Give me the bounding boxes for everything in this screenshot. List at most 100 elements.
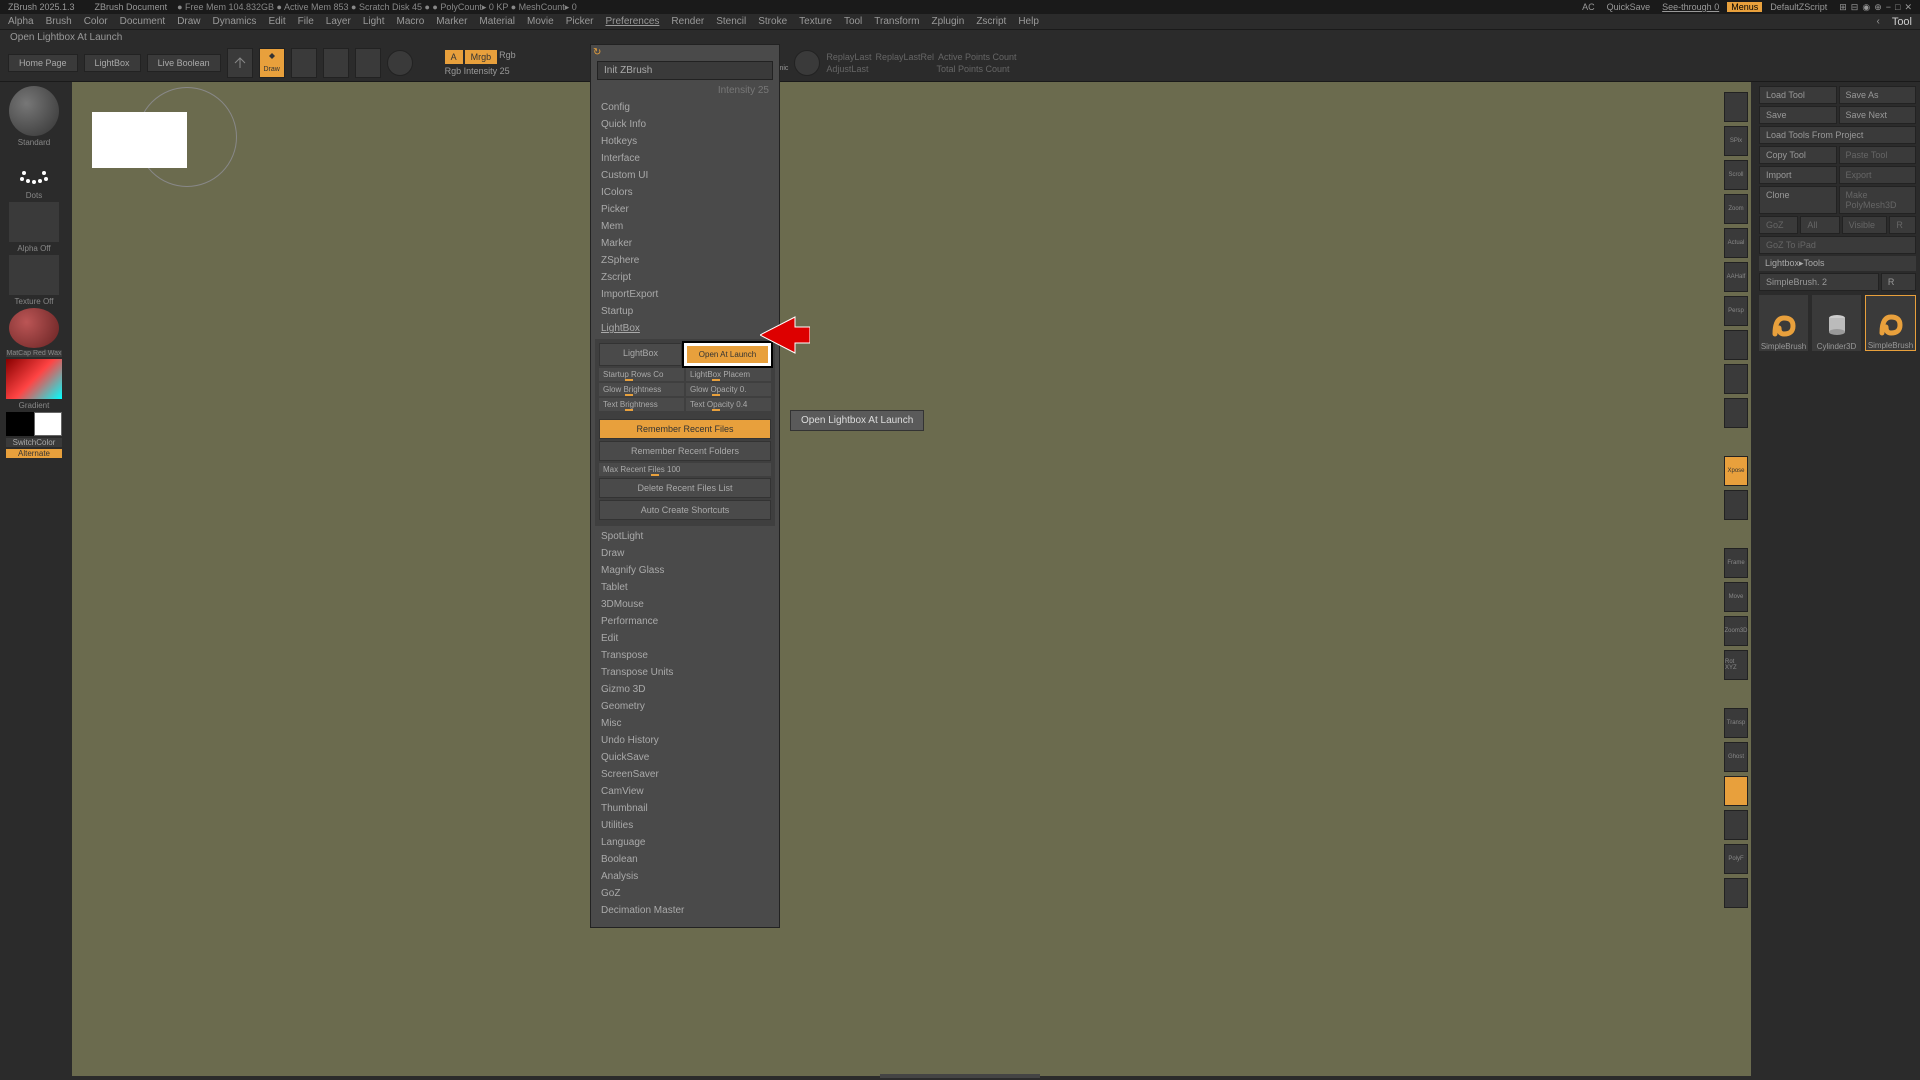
pref-gizmo[interactable]: Gizmo 3D	[591, 681, 779, 698]
texture-thumbnail[interactable]	[9, 255, 59, 295]
menu-stroke[interactable]: Stroke	[758, 16, 787, 27]
bottom-handle[interactable]	[880, 1074, 1040, 1078]
lightbox-tools-header[interactable]: Lightbox▸Tools	[1759, 256, 1916, 271]
import-button[interactable]: Import	[1759, 166, 1837, 184]
menu-stencil[interactable]: Stencil	[716, 16, 746, 27]
lightbox-toggle[interactable]: LightBox	[599, 343, 682, 366]
color-picker[interactable]	[6, 359, 62, 399]
switch-color-button[interactable]: SwitchColor	[6, 438, 62, 447]
primary-color-swatch[interactable]	[34, 412, 62, 436]
menus-button[interactable]: Menus	[1727, 2, 1762, 12]
current-tool-label[interactable]: SimpleBrush. 2	[1759, 273, 1879, 291]
pref-quickinfo[interactable]: Quick Info	[591, 116, 779, 133]
pref-goz[interactable]: GoZ	[591, 885, 779, 902]
tool-thumb-simplebrush-sel[interactable]: SimpleBrush	[1865, 295, 1916, 351]
a-mode-button[interactable]: A	[445, 50, 463, 64]
menu-file[interactable]: File	[298, 16, 314, 27]
save-as-button[interactable]: Save As	[1839, 86, 1917, 104]
tool-r-button[interactable]: R	[1881, 273, 1916, 291]
pref-quicksave[interactable]: QuickSave	[591, 749, 779, 766]
ac-label[interactable]: AC	[1582, 2, 1595, 12]
xpose-button[interactable]: Xpose	[1724, 456, 1748, 486]
live-boolean-tab[interactable]: Live Boolean	[147, 54, 221, 72]
pref-boolean[interactable]: Boolean	[591, 851, 779, 868]
pref-transpose-units[interactable]: Transpose Units	[591, 664, 779, 681]
pref-zscript[interactable]: Zscript	[591, 269, 779, 286]
chevron-left-icon[interactable]: ‹	[1876, 16, 1879, 27]
startup-rows-slider[interactable]: Startup Rows Co	[599, 368, 684, 381]
secondary-color-swatch[interactable]	[6, 412, 34, 436]
maximize-icon[interactable]: □	[1895, 2, 1900, 12]
pref-performance[interactable]: Performance	[591, 613, 779, 630]
menu-document[interactable]: Document	[120, 16, 166, 27]
actual-button[interactable]: Actual	[1724, 228, 1748, 258]
menu-layer[interactable]: Layer	[326, 16, 351, 27]
menu-movie[interactable]: Movie	[527, 16, 554, 27]
persp-button[interactable]: Persp	[1724, 296, 1748, 326]
pref-mem[interactable]: Mem	[591, 218, 779, 235]
pref-language[interactable]: Language	[591, 834, 779, 851]
script-label[interactable]: DefaultZScript	[1770, 2, 1827, 12]
tool-thumb-simplebrush[interactable]: SimpleBrush	[1759, 295, 1808, 351]
load-tool-button[interactable]: Load Tool	[1759, 86, 1837, 104]
goz-ipad-button[interactable]: GoZ To iPad	[1759, 236, 1916, 254]
adjust-last-button[interactable]: AdjustLast	[826, 64, 868, 74]
pref-config[interactable]: Config	[591, 99, 779, 116]
alternate-button[interactable]: Alternate	[6, 449, 62, 458]
pref-importexport[interactable]: ImportExport	[591, 286, 779, 303]
close-icon[interactable]: ✕	[1904, 2, 1912, 13]
menu-light[interactable]: Light	[363, 16, 385, 27]
frame-button[interactable]: Frame	[1724, 548, 1748, 578]
pref-draw[interactable]: Draw	[591, 545, 779, 562]
menu-zplugin[interactable]: Zplugin	[932, 16, 965, 27]
menu-help[interactable]: Help	[1018, 16, 1039, 27]
brush-thumbnail[interactable]	[9, 86, 59, 136]
save-button[interactable]: Save	[1759, 106, 1837, 124]
max-recent-slider[interactable]: Max Recent Files 100	[599, 463, 771, 476]
menu-preferences[interactable]: Preferences	[605, 16, 659, 27]
pref-zsphere[interactable]: ZSphere	[591, 252, 779, 269]
unknown-icon[interactable]: ⊕	[1874, 2, 1882, 13]
aahalf-button[interactable]: AAHalf	[1724, 262, 1748, 292]
lightbox-placement-slider[interactable]: LightBox Placem	[686, 368, 771, 381]
paste-tool-button[interactable]: Paste Tool	[1839, 146, 1917, 164]
move-button[interactable]	[291, 48, 317, 78]
pref-customui[interactable]: Custom UI	[591, 167, 779, 184]
scale-button[interactable]	[323, 48, 349, 78]
ghost-button[interactable]: Ghost	[1724, 742, 1748, 772]
pref-undo[interactable]: Undo History	[591, 732, 779, 749]
rotate-button[interactable]	[355, 48, 381, 78]
menu-draw[interactable]: Draw	[177, 16, 200, 27]
pref-misc[interactable]: Misc	[591, 715, 779, 732]
unknown-button-1[interactable]	[1724, 490, 1748, 520]
pref-utilities[interactable]: Utilities	[591, 817, 779, 834]
dynamic-button[interactable]	[1724, 810, 1748, 840]
save-next-button[interactable]: Save Next	[1839, 106, 1917, 124]
menu-color[interactable]: Color	[84, 16, 108, 27]
rgb-mode-button[interactable]: Rgb	[499, 50, 516, 64]
zoom-button[interactable]: Zoom	[1724, 194, 1748, 224]
export-button[interactable]: Export	[1839, 166, 1917, 184]
stroke-thumbnail[interactable]	[9, 149, 59, 189]
tool-thumb-cylinder[interactable]: Cylinder3D	[1812, 295, 1861, 351]
menu-material[interactable]: Material	[479, 16, 515, 27]
menu-render[interactable]: Render	[671, 16, 704, 27]
unknown-button-2[interactable]	[1724, 878, 1748, 908]
pref-camview[interactable]: CamView	[591, 783, 779, 800]
init-zbrush-button[interactable]: Init ZBrush	[597, 61, 773, 80]
pref-hotkeys[interactable]: Hotkeys	[591, 133, 779, 150]
rotate-button[interactable]: Rot XYZ	[1724, 650, 1748, 680]
seethrough-slider[interactable]: See-through 0	[1662, 2, 1719, 12]
pref-edit[interactable]: Edit	[591, 630, 779, 647]
polymesh-button[interactable]: Make PolyMesh3D	[1839, 186, 1917, 214]
alpha-thumbnail[interactable]	[9, 202, 59, 242]
pref-screensaver[interactable]: ScreenSaver	[591, 766, 779, 783]
pref-picker[interactable]: Picker	[591, 201, 779, 218]
minimize-icon[interactable]: −	[1886, 2, 1891, 12]
scroll-button[interactable]: Scroll	[1724, 160, 1748, 190]
mrgb-mode-button[interactable]: Mrgb	[465, 50, 498, 64]
menu-zscript[interactable]: Zscript	[976, 16, 1006, 27]
goz-visible-button[interactable]: Visible	[1842, 216, 1888, 234]
pref-icolors[interactable]: IColors	[591, 184, 779, 201]
replay-rel-button[interactable]: ReplayLastRel	[875, 52, 934, 62]
